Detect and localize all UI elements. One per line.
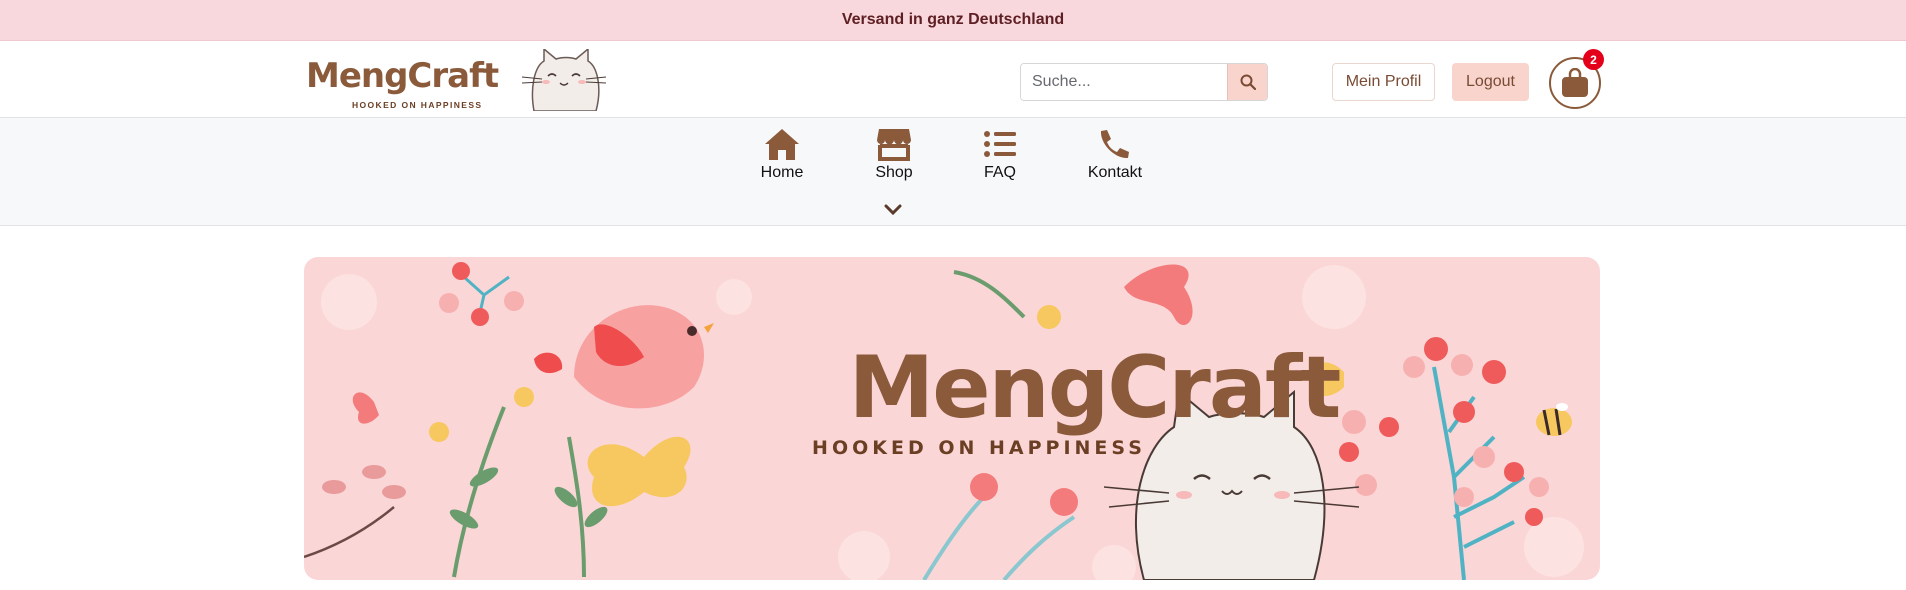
list-icon xyxy=(984,131,1016,157)
store-icon xyxy=(877,129,911,161)
banner-subtitle: HOOKED ON HAPPINESS xyxy=(812,437,1146,459)
main-navigation: Home Shop FAQ Kontakt xyxy=(0,118,1906,226)
logo-wordmark: MengCraft xyxy=(306,56,499,96)
nav-item-kontakt[interactable]: Kontakt xyxy=(1070,126,1160,186)
banner-title: MengCraft xyxy=(849,338,1341,438)
phone-icon xyxy=(1100,130,1129,159)
hero-illustration: MengCraft HOOKED ON HAPPINESS xyxy=(304,262,1584,580)
search-icon xyxy=(1240,74,1256,90)
nav-label-kontakt: Kontakt xyxy=(1087,164,1143,181)
nav-item-faq[interactable]: FAQ xyxy=(955,126,1045,186)
logout-button[interactable]: Logout xyxy=(1452,63,1529,101)
nav-label-faq: FAQ xyxy=(983,164,1016,181)
shopping-bag-icon xyxy=(1562,68,1588,97)
nav-label-shop: Shop xyxy=(875,164,913,181)
search-input[interactable] xyxy=(1021,64,1227,100)
nav-item-shop[interactable]: Shop xyxy=(849,126,939,186)
hero-banner: MengCraft HOOKED ON HAPPINESS xyxy=(304,257,1600,580)
cat-mascot-icon xyxy=(521,49,607,111)
chevron-down-icon[interactable] xyxy=(883,203,903,217)
site-logo[interactable]: MengCraft HOOKED ON HAPPINESS xyxy=(304,49,608,111)
search-button[interactable] xyxy=(1227,64,1267,100)
search-box xyxy=(1020,63,1268,101)
home-icon xyxy=(765,129,799,160)
logo-tagline: HOOKED ON HAPPINESS xyxy=(352,100,483,110)
announcement-bar: Versand in ganz Deutschland xyxy=(0,0,1906,41)
cart-count-badge: 2 xyxy=(1583,49,1604,70)
nav-item-home[interactable]: Home xyxy=(737,126,827,186)
announcement-text: Versand in ganz Deutschland xyxy=(841,11,1065,28)
site-header: MengCraft HOOKED ON HAPPINESS Mein Profi… xyxy=(0,41,1906,118)
nav-label-home: Home xyxy=(760,164,804,181)
profile-button[interactable]: Mein Profil xyxy=(1332,63,1435,101)
